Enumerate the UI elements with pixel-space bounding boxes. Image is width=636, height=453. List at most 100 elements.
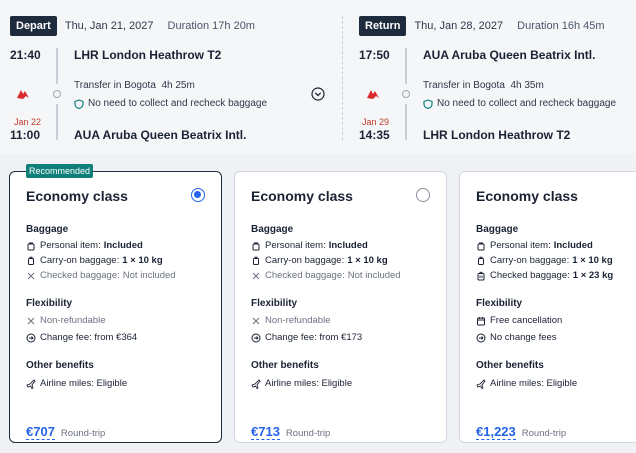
return-tag: Return xyxy=(359,16,407,36)
bag-icon xyxy=(477,242,485,250)
return-origin: AUA Aruba Queen Beatrix Intl. xyxy=(423,48,596,62)
shield-icon xyxy=(423,98,433,109)
checked-baggage-value: Not included xyxy=(122,270,176,281)
route-line xyxy=(405,104,407,140)
price-note: Round-trip xyxy=(521,428,567,439)
miles-icon xyxy=(476,378,486,389)
change-icon xyxy=(26,333,36,342)
cross-icon xyxy=(252,317,260,324)
checked-baggage-label: Checked baggage: xyxy=(490,270,570,281)
return-recheck-text: No need to collect and recheck baggage xyxy=(437,98,617,109)
carry-on-value: 1 × 10 kg xyxy=(347,255,388,266)
flexibility-heading: Flexibility xyxy=(476,298,523,309)
personal-item-value: Included xyxy=(328,240,368,251)
suitcase-icon xyxy=(253,256,259,265)
return-transfer-duration: 4h 35m xyxy=(510,80,544,91)
price-note: Round-trip xyxy=(285,428,331,439)
route-line xyxy=(56,104,58,140)
benefit-miles: Airline miles: Eligible xyxy=(40,378,128,389)
return-departure-time: 17:50 xyxy=(359,48,390,62)
fare-options: Economy class Baggage Personal item: Incl… xyxy=(0,153,636,453)
depart-tag: Depart xyxy=(10,16,57,36)
change-icon xyxy=(476,333,486,342)
fare-price: €713 Round-trip xyxy=(251,424,330,440)
flexibility-change: Change fee: from €364 xyxy=(40,332,138,343)
benefit-row: Airline miles: Eligible xyxy=(26,378,127,389)
depart-recheck-note: No need to collect and recheck baggage xyxy=(74,98,267,109)
price-amount[interactable]: €713 xyxy=(251,424,280,440)
expand-details-icon[interactable] xyxy=(311,87,325,101)
checked-baggage-value: 1 × 23 kg xyxy=(572,270,614,281)
return-recheck-note: No need to collect and recheck baggage xyxy=(423,98,616,109)
calendar-icon xyxy=(477,316,485,325)
route-line xyxy=(56,48,58,84)
depart-origin: LHR London Heathrow T2 xyxy=(74,48,222,62)
depart-arrival-time: 11:00 xyxy=(10,128,41,142)
depart-arrival-date: Jan 22 xyxy=(14,117,42,127)
personal-item-row: Personal item: Included xyxy=(251,240,368,251)
transfer-dot xyxy=(402,90,410,98)
return-transfer-city: Transfer in Bogota xyxy=(423,80,505,91)
fare-card[interactable]: Economy class Baggage Personal item: Incl… xyxy=(234,171,447,443)
transfer-dot xyxy=(53,90,61,98)
depart-transfer: Transfer in Bogota 4h 25m xyxy=(74,80,195,91)
personal-item-label: Personal item: xyxy=(490,240,551,251)
carry-on-label: Carry-on baggage: xyxy=(40,255,120,266)
fare-price: €707 Round-trip xyxy=(26,424,105,440)
change-icon xyxy=(251,333,261,342)
fare-price: €1,223 Round-trip xyxy=(476,424,566,440)
return-transfer: Transfer in Bogota 4h 35m xyxy=(423,80,544,91)
personal-item-value: Included xyxy=(553,240,593,251)
depart-departure-time: 21:40 xyxy=(10,48,41,62)
fare-title: Economy class xyxy=(476,188,578,204)
carry-on-row: Carry-on baggage: 1 × 10 kg xyxy=(476,255,613,266)
personal-item-row: Personal item: Included xyxy=(26,240,143,251)
airline-logo-icon xyxy=(366,87,380,105)
flexibility-change: Change fee: from €173 xyxy=(265,332,363,343)
flexibility-row: Free cancellation xyxy=(476,315,562,326)
fare-card[interactable]: Economy class Baggage Personal item: Incl… xyxy=(9,171,222,443)
fare-radio[interactable] xyxy=(416,188,430,202)
miles-icon xyxy=(26,378,36,389)
checked-baggage-label: Checked baggage: xyxy=(40,270,120,281)
fare-title: Economy class xyxy=(26,188,128,204)
benefit-miles: Airline miles: Eligible xyxy=(265,378,353,389)
checked-baggage-label: Checked baggage: xyxy=(265,270,345,281)
flexibility-heading: Flexibility xyxy=(26,298,73,309)
other-benefits-heading: Other benefits xyxy=(476,360,544,371)
airline-logo-icon xyxy=(16,87,30,105)
carry-on-value: 1 × 10 kg xyxy=(122,255,163,266)
flexibility-row: Non-refundable xyxy=(26,315,106,326)
return-destination: LHR London Heathrow T2 xyxy=(423,128,571,142)
luggage-icon xyxy=(477,271,485,280)
fare-card[interactable]: Economy class Baggage Personal item: Incl… xyxy=(459,171,636,443)
checked-baggage-row: Checked baggage: Not included xyxy=(251,270,401,281)
shield-icon xyxy=(74,98,84,109)
cross-icon xyxy=(252,272,260,279)
fare-title: Economy class xyxy=(251,188,353,204)
carry-on-row: Carry-on baggage: 1 × 10 kg xyxy=(26,255,163,266)
other-benefits-heading: Other benefits xyxy=(251,360,319,371)
checked-baggage-row: Checked baggage: Not included xyxy=(26,270,176,281)
cross-icon xyxy=(27,272,35,279)
checked-baggage-value: Not included xyxy=(347,270,401,281)
price-amount[interactable]: €1,223 xyxy=(476,424,516,440)
return-arrival-time: 14:35 xyxy=(359,128,390,142)
bag-icon xyxy=(252,242,260,250)
depart-transfer-duration: 4h 25m xyxy=(161,80,195,91)
itinerary-summary: Depart Thu, Jan 21, 2027 Duration 17h 20… xyxy=(0,0,636,153)
other-benefits-heading: Other benefits xyxy=(26,360,94,371)
return-date: Thu, Jan 28, 2027 xyxy=(414,20,504,32)
fare-radio[interactable] xyxy=(191,188,205,202)
cross-icon xyxy=(27,317,35,324)
personal-item-row: Personal item: Included xyxy=(476,240,593,251)
baggage-heading: Baggage xyxy=(476,224,519,235)
depart-transfer-city: Transfer in Bogota xyxy=(74,80,156,91)
personal-item-value: Included xyxy=(103,240,143,251)
return-arrival-date: Jan 29 xyxy=(362,117,390,127)
price-amount[interactable]: €707 xyxy=(26,424,55,440)
depart-destination: AUA Aruba Queen Beatrix Intl. xyxy=(74,128,247,142)
benefit-row: Airline miles: Eligible xyxy=(251,378,352,389)
checked-baggage-row: Checked baggage: 1 × 23 kg xyxy=(476,270,613,281)
flexibility-refund: Non-refundable xyxy=(40,315,106,326)
